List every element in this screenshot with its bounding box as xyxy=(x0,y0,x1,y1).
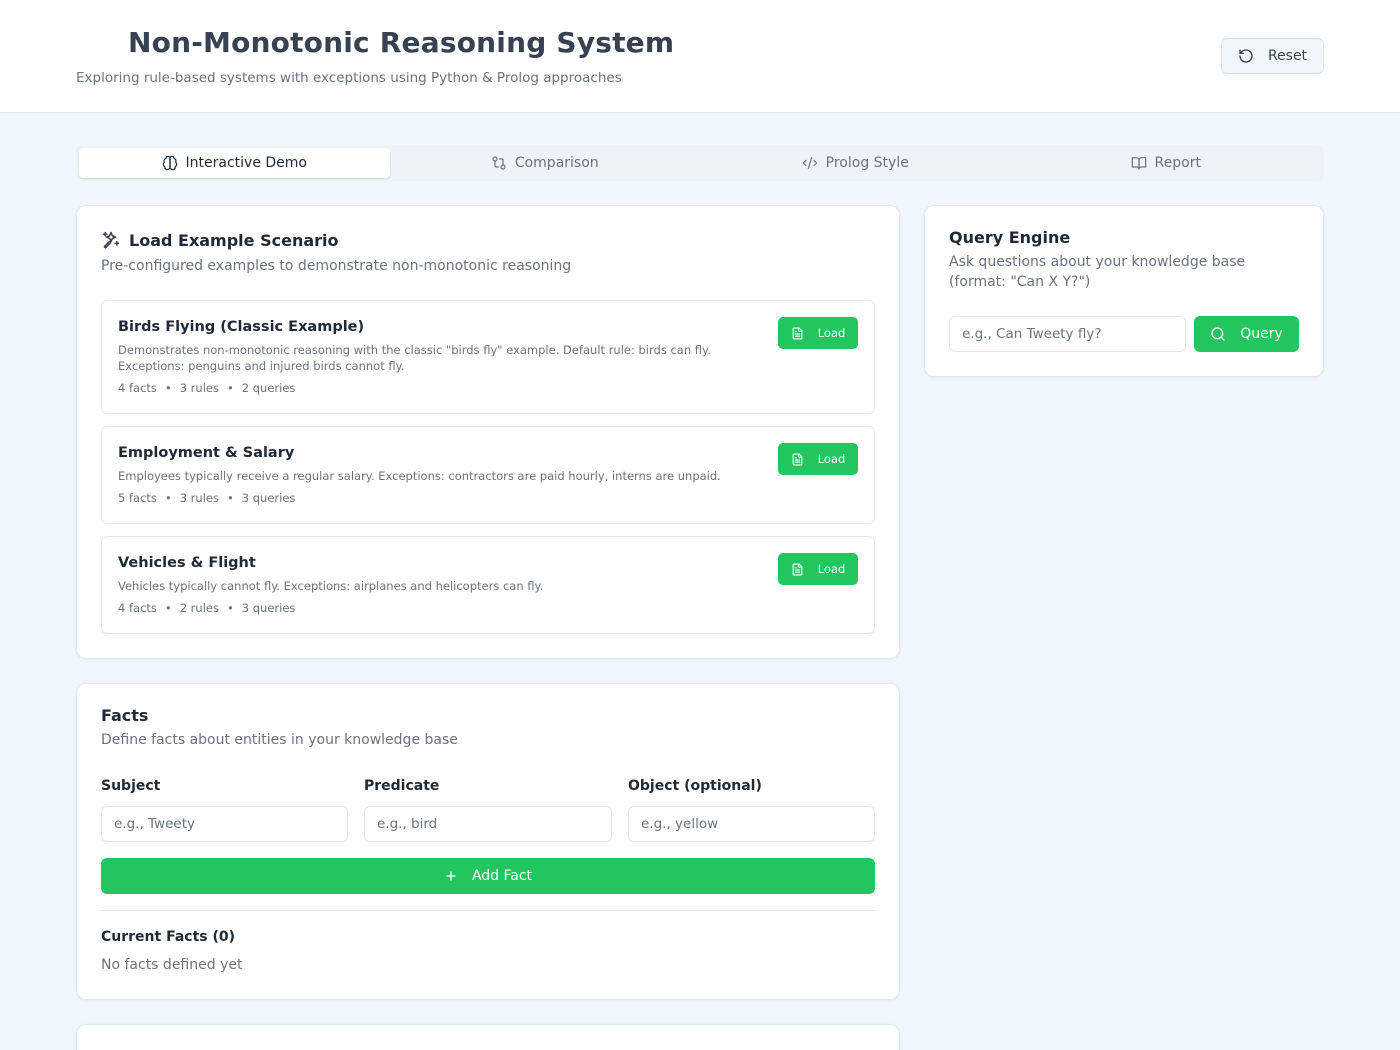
rules-card xyxy=(76,1024,900,1050)
facts-count: 5 facts xyxy=(118,491,157,505)
tab-label: Report xyxy=(1154,155,1201,171)
file-text-icon xyxy=(791,563,804,576)
query-card: Query Engine Ask questions about your kn… xyxy=(924,205,1324,377)
tab-interactive-demo[interactable]: Interactive Demo xyxy=(79,148,390,178)
predicate-input[interactable] xyxy=(364,806,612,842)
queries-count: 3 queries xyxy=(241,491,296,505)
app-header: Non-Monotonic Reasoning System Exploring… xyxy=(0,0,1400,113)
predicate-label: Predicate xyxy=(364,778,440,794)
scenario-stats: 5 facts • 3 rules • 3 queries xyxy=(118,491,295,505)
scenario-description: Vehicles typically cannot fly. Exception… xyxy=(118,579,544,593)
queries-count: 3 queries xyxy=(241,601,296,615)
scenario-card: Load Example Scenario Pre-configured exa… xyxy=(76,205,900,659)
sparkles-icon xyxy=(101,230,121,250)
object-input[interactable] xyxy=(628,806,875,842)
subject-label: Subject xyxy=(101,778,161,794)
file-text-icon xyxy=(791,327,804,340)
scenario-stats: 4 facts • 2 rules • 3 queries xyxy=(118,601,295,615)
card-title: Query Engine xyxy=(949,228,1071,247)
rules-count: 3 rules xyxy=(179,491,219,505)
scenario-item-employment: Employment & Salary Employees typically … xyxy=(101,426,875,524)
add-fact-label: Add Fact xyxy=(471,868,533,884)
current-facts-heading: Current Facts (0) xyxy=(101,929,236,945)
load-button-label: Load xyxy=(817,326,846,340)
book-open-icon xyxy=(1131,155,1147,171)
card-title: Facts xyxy=(101,706,149,725)
brain-icon xyxy=(162,155,178,171)
card-description: Pre-configured examples to demonstrate n… xyxy=(101,258,572,274)
git-compare-icon xyxy=(491,155,507,171)
rotate-ccw-icon xyxy=(1238,48,1254,64)
reset-button-label: Reset xyxy=(1267,48,1308,64)
file-text-icon xyxy=(791,453,804,466)
query-input[interactable] xyxy=(949,316,1186,352)
facts-count: 4 facts xyxy=(118,601,157,615)
card-description: Ask questions about your knowledge base … xyxy=(949,254,1246,290)
separator: • xyxy=(164,491,172,505)
code-icon xyxy=(802,155,818,171)
separator: • xyxy=(226,601,234,615)
tab-prolog-style[interactable]: Prolog Style xyxy=(700,148,1011,178)
tab-label: Interactive Demo xyxy=(185,155,307,171)
page-subtitle: Exploring rule-based systems with except… xyxy=(76,70,622,86)
scenario-title: Vehicles & Flight xyxy=(118,555,256,571)
scenario-description: Employees typically receive a regular sa… xyxy=(118,469,721,483)
facts-card: Facts Define facts about entities in you… xyxy=(76,683,900,1000)
tab-bar: Interactive Demo Comparison Prolog Style… xyxy=(76,145,1324,181)
empty-facts-text: No facts defined yet xyxy=(101,957,243,973)
card-description: Define facts about entities in your know… xyxy=(101,732,458,748)
card-title: Load Example Scenario xyxy=(129,230,339,250)
separator: • xyxy=(164,601,172,615)
page-title: Non-Monotonic Reasoning System xyxy=(128,26,675,59)
tab-comparison[interactable]: Comparison xyxy=(390,148,701,178)
plus-icon xyxy=(444,869,458,883)
scenario-item-birds: Birds Flying (Classic Example) Demonstra… xyxy=(101,300,875,414)
rules-count: 3 rules xyxy=(179,381,219,395)
separator: • xyxy=(226,491,234,505)
separator: • xyxy=(164,381,172,395)
load-button[interactable]: Load xyxy=(778,553,858,585)
tab-label: Comparison xyxy=(514,155,599,171)
object-label: Object (optional) xyxy=(628,778,762,794)
add-fact-button[interactable]: Add Fact xyxy=(101,858,875,894)
scenario-description: Demonstrates non-monotonic reasoning wit… xyxy=(118,343,711,373)
facts-count: 4 facts xyxy=(118,381,157,395)
tab-report[interactable]: Report xyxy=(1011,148,1322,178)
scenario-stats: 4 facts • 3 rules • 2 queries xyxy=(118,381,295,395)
tab-label: Prolog Style xyxy=(825,155,909,171)
load-button[interactable]: Load xyxy=(778,443,858,475)
load-button-label: Load xyxy=(817,452,846,466)
query-button[interactable]: Query xyxy=(1194,316,1299,352)
scenario-item-vehicles: Vehicles & Flight Vehicles typically can… xyxy=(101,536,875,634)
query-button-label: Query xyxy=(1240,326,1283,342)
load-button-label: Load xyxy=(817,562,846,576)
search-icon xyxy=(1210,326,1226,342)
scenario-title: Birds Flying (Classic Example) xyxy=(118,319,365,335)
subject-input[interactable] xyxy=(101,806,348,842)
load-button[interactable]: Load xyxy=(778,317,858,349)
divider xyxy=(101,910,875,911)
separator: • xyxy=(226,381,234,395)
queries-count: 2 queries xyxy=(241,381,296,395)
rules-count: 2 rules xyxy=(179,601,219,615)
scenario-title: Employment & Salary xyxy=(118,445,295,461)
reset-button[interactable]: Reset xyxy=(1221,38,1324,74)
